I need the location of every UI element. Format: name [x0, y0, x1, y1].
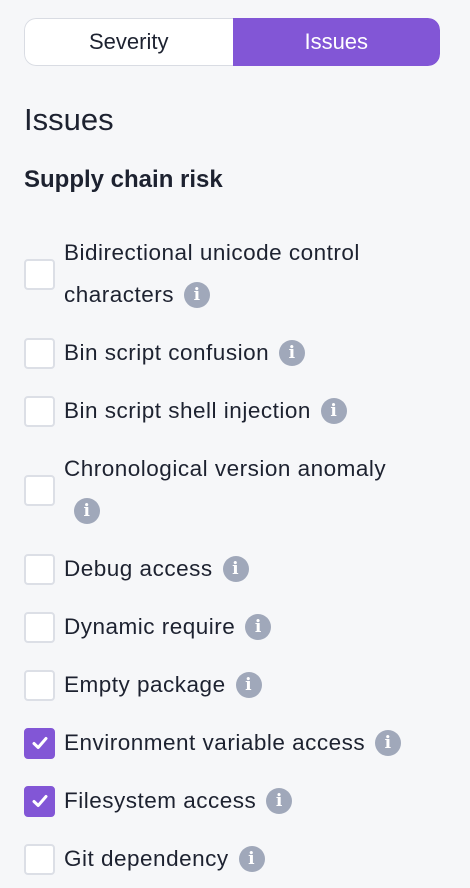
- issue-checkbox[interactable]: [24, 474, 55, 506]
- issue-label: Bidirectional unicode control characters: [64, 240, 360, 307]
- severity-issues-toggle: Severity Issues: [24, 18, 440, 66]
- issue-checkbox[interactable]: [24, 785, 55, 817]
- group-title-supply-chain-risk: Supply chain risk: [24, 166, 223, 193]
- info-icon[interactable]: i: [235, 672, 262, 699]
- info-icon[interactable]: i: [266, 788, 293, 815]
- issue-label: Git dependency: [64, 846, 229, 871]
- issue-list: Bidirectional unicode control characters…: [24, 224, 444, 888]
- issue-checkbox[interactable]: [24, 258, 55, 290]
- issue-label-wrap: Bidirectional unicode control characters…: [64, 232, 424, 316]
- issue-label: Dynamic require: [64, 614, 236, 639]
- tab-issues[interactable]: Issues: [232, 18, 440, 66]
- issue-checkbox[interactable]: [24, 611, 55, 643]
- info-icon[interactable]: i: [320, 398, 347, 425]
- section-title: Issues: [24, 102, 114, 137]
- tab-severity[interactable]: Severity: [24, 18, 233, 66]
- issue-checkbox[interactable]: [24, 727, 55, 759]
- info-icon[interactable]: i: [375, 730, 402, 757]
- issue-checkbox[interactable]: [24, 553, 55, 585]
- info-icon[interactable]: i: [74, 498, 100, 525]
- issue-item-dynamic-require[interactable]: Dynamic require i: [24, 598, 444, 656]
- issue-checkbox[interactable]: [24, 843, 55, 875]
- issue-label: Filesystem access: [64, 788, 257, 813]
- issue-label: Empty package: [64, 672, 226, 697]
- info-icon[interactable]: i: [184, 282, 211, 309]
- issue-checkbox[interactable]: [24, 395, 55, 427]
- issue-item-bin-script-shell-injection[interactable]: Bin script shell injection i: [24, 382, 444, 440]
- issue-item-environment-variable-access[interactable]: Environment variable access i: [24, 714, 444, 772]
- info-icon[interactable]: i: [245, 614, 272, 641]
- issue-label: Bin script confusion: [64, 340, 270, 365]
- issue-checkbox[interactable]: [24, 669, 55, 701]
- issue-item-empty-package[interactable]: Empty package i: [24, 656, 444, 714]
- issue-item-bin-script-confusion[interactable]: Bin script confusion i: [24, 324, 444, 382]
- issue-label: Bin script shell injection: [64, 398, 311, 423]
- issue-item-bidirectional-unicode[interactable]: Bidirectional unicode control characters…: [24, 224, 444, 324]
- issue-item-git-dependency[interactable]: Git dependency i: [24, 830, 444, 888]
- issue-label: Environment variable access: [64, 730, 366, 755]
- info-icon[interactable]: i: [279, 340, 306, 367]
- info-icon[interactable]: i: [238, 846, 265, 873]
- issue-item-chronological-version-anomaly[interactable]: Chronological version anomaly i: [24, 440, 444, 540]
- issue-item-filesystem-access[interactable]: Filesystem access i: [24, 772, 444, 830]
- issue-checkbox[interactable]: [24, 337, 55, 369]
- issue-label: Debug access: [64, 556, 213, 581]
- issue-label: Chronological version anomaly: [64, 456, 387, 481]
- info-icon[interactable]: i: [222, 556, 249, 583]
- issue-item-debug-access[interactable]: Debug access i: [24, 540, 444, 598]
